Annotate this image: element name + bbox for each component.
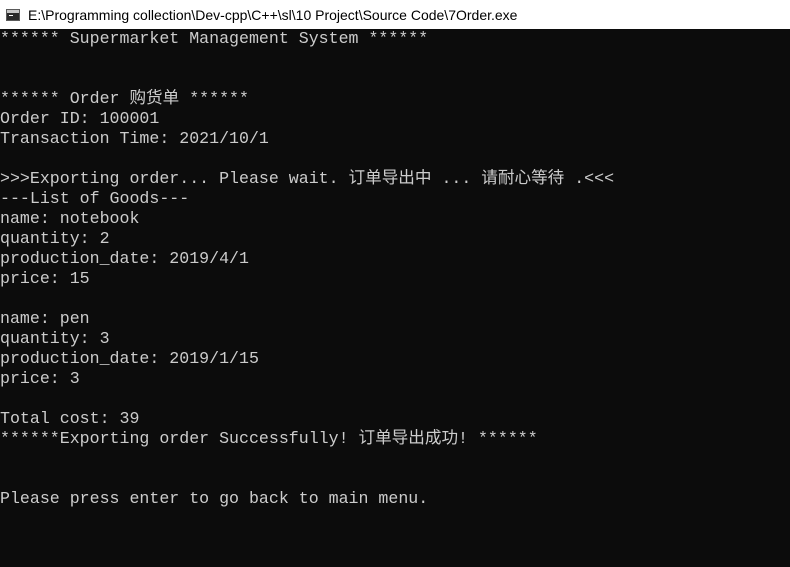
console-output[interactable]: ****** Supermarket Management System ***… (0, 29, 790, 567)
console-line: ****** Supermarket Management System ***… (0, 29, 429, 48)
title-bar[interactable]: E:\Programming collection\Dev-cpp\C++\sl… (0, 0, 790, 29)
console-line: production_date: 2019/4/1 (0, 249, 249, 268)
console-line: Transaction Time: 2021/10/1 (0, 129, 269, 148)
console-line: name: notebook (0, 209, 140, 228)
console-line: quantity: 3 (0, 329, 110, 348)
console-line: name: pen (0, 309, 90, 328)
console-line: production_date: 2019/1/15 (0, 349, 259, 368)
console-line: price: 15 (0, 269, 90, 288)
console-line: ---List of Goods--- (0, 189, 190, 208)
console-app-icon (6, 8, 20, 21)
console-line: price: 3 (0, 369, 80, 388)
console-line: quantity: 2 (0, 229, 110, 248)
console-line: Order ID: 100001 (0, 109, 160, 128)
window-title: E:\Programming collection\Dev-cpp\C++\sl… (28, 6, 518, 23)
console-line: Please press enter to go back to main me… (0, 489, 429, 508)
console-line: ****** Order 购货单 ****** (0, 89, 249, 108)
console-line: Total cost: 39 (0, 409, 140, 428)
console-line: >>>Exporting order... Please wait. 订单导出中… (0, 169, 615, 188)
console-window: E:\Programming collection\Dev-cpp\C++\sl… (0, 0, 790, 567)
console-line: ******Exporting order Successfully! 订单导出… (0, 429, 538, 448)
